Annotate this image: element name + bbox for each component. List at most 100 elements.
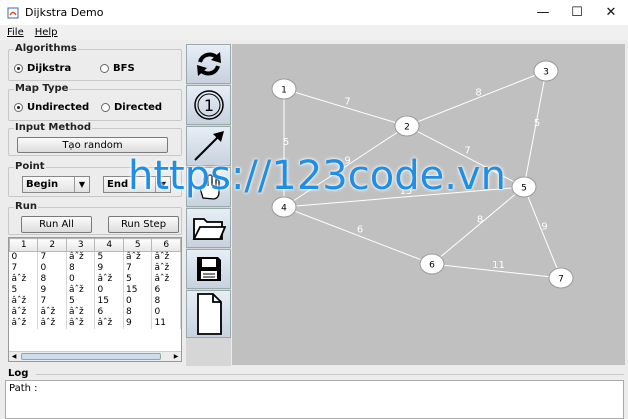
matrix-cell[interactable]: 9 (37, 285, 67, 296)
random-button[interactable]: Tạo random (17, 137, 168, 153)
graph-node[interactable]: 3 (533, 60, 559, 82)
matrix-cell[interactable]: 7 (123, 263, 153, 274)
graph-node[interactable]: 6 (419, 253, 445, 275)
table-row[interactable]: âˆž âˆž âˆž âˆž 9 11 (9, 318, 181, 329)
matrix-column-header[interactable]: 4 (94, 238, 124, 252)
menu-help[interactable]: Help (35, 27, 58, 38)
matrix-cell[interactable]: 0 (151, 307, 181, 318)
matrix-cell[interactable]: 0 (66, 274, 96, 285)
matrix-column-header[interactable]: 6 (151, 238, 181, 252)
close-button[interactable]: ✕ (594, 0, 628, 25)
matrix-cell[interactable]: 8 (123, 307, 153, 318)
matrix-cell[interactable]: 11 (151, 318, 181, 329)
graph-node[interactable]: 4 (271, 196, 297, 218)
matrix-cell[interactable]: 15 (123, 285, 153, 296)
begin-select[interactable]: Begin ▼ (22, 176, 90, 193)
matrix-cell[interactable]: 8 (37, 274, 67, 285)
matrix-cell[interactable]: âˆž (94, 318, 124, 329)
matrix-cell[interactable]: âˆž (123, 251, 153, 263)
table-row[interactable]: 0 7 âˆž 5 âˆž âˆž (9, 251, 181, 263)
table-row[interactable]: 5 9 âˆž 0 15 6 (9, 285, 181, 296)
graph-edge[interactable] (283, 206, 433, 265)
run-step-button[interactable]: Run Step (108, 216, 179, 233)
matrix-cell[interactable]: âˆž (66, 318, 96, 329)
radio-bfs[interactable]: BFS (100, 63, 135, 74)
chevron-down-icon[interactable]: ▼ (74, 177, 89, 192)
table-row[interactable]: âˆž âˆž âˆž 6 8 0 (9, 307, 181, 318)
matrix-cell[interactable]: 0 (94, 285, 124, 296)
adjacency-matrix[interactable]: 123456 0 7 âˆž 5 âˆž âˆž 7 0 8 9 7 âˆž âˆž 8 0 âˆž 5 âˆž 5… (8, 237, 182, 362)
radio-dot[interactable] (101, 103, 110, 112)
minimize-button[interactable]: — (526, 0, 560, 25)
matrix-cell[interactable]: âˆž (151, 251, 181, 263)
graph-edge[interactable] (406, 70, 547, 127)
matrix-cell[interactable]: âˆž (37, 318, 67, 329)
scrollbar-thumb[interactable] (21, 353, 161, 360)
horizontal-scrollbar[interactable]: ◀ ▶ (9, 351, 181, 361)
matrix-column-header[interactable]: 1 (9, 238, 39, 252)
matrix-cell[interactable]: 5 (66, 296, 96, 307)
matrix-cell[interactable]: 7 (9, 263, 39, 274)
graph-node[interactable]: 1 (271, 78, 297, 100)
matrix-cell[interactable]: âˆž (9, 274, 39, 285)
graph-node[interactable]: 5 (511, 176, 537, 198)
table-row[interactable]: âˆž 7 5 15 0 8 (9, 296, 181, 307)
matrix-cell[interactable]: âˆž (9, 296, 39, 307)
matrix-column-header[interactable]: 2 (37, 238, 67, 252)
add-node-tool-button[interactable]: 1 (186, 85, 231, 125)
matrix-cell[interactable]: 6 (94, 307, 124, 318)
matrix-cell[interactable]: 7 (37, 251, 67, 263)
radio-dijkstra[interactable]: Dijkstra (14, 63, 71, 74)
edge-weight-label: 9 (541, 222, 547, 233)
table-row[interactable]: âˆž 8 0 âˆž 5 âˆž (9, 274, 181, 285)
matrix-cell[interactable]: âˆž (9, 318, 39, 329)
radio-dot-selected[interactable] (14, 64, 23, 73)
matrix-cell[interactable]: âˆž (94, 274, 124, 285)
graph-node[interactable]: 7 (548, 267, 574, 289)
menu-file[interactable]: File (7, 27, 24, 38)
matrix-cell[interactable]: 8 (66, 263, 96, 274)
scroll-left-icon[interactable]: ◀ (9, 352, 19, 361)
table-row[interactable]: 7 0 8 9 7 âˆž (9, 263, 181, 274)
matrix-cell[interactable]: 0 (37, 263, 67, 274)
matrix-cell[interactable]: 7 (37, 296, 67, 307)
save-tool-button[interactable] (186, 249, 231, 289)
graph-canvas[interactable]: 7 5 8 9 7 5 15 6 8 9 11 1234567 (232, 44, 625, 365)
matrix-cell[interactable]: 5 (9, 285, 39, 296)
matrix-cell[interactable]: 9 (123, 318, 153, 329)
new-file-tool-button[interactable] (186, 290, 231, 338)
matrix-cell[interactable]: 5 (123, 274, 153, 285)
matrix-cell[interactable]: âˆž (66, 307, 96, 318)
graph-edge[interactable] (283, 88, 408, 127)
matrix-cell[interactable]: 0 (9, 251, 39, 263)
matrix-column-header[interactable]: 5 (122, 238, 153, 252)
new-document-icon (196, 293, 222, 335)
matrix-cell[interactable]: âˆž (151, 263, 181, 274)
graph-edge[interactable] (523, 186, 562, 279)
matrix-cell[interactable]: âˆž (66, 285, 96, 296)
graph-node[interactable]: 2 (394, 115, 420, 137)
matrix-column-header[interactable]: 3 (65, 238, 96, 252)
matrix-cell[interactable]: 9 (94, 263, 124, 274)
matrix-cell[interactable]: 8 (151, 296, 181, 307)
log-textarea[interactable]: Path : (5, 380, 624, 419)
refresh-tool-button[interactable] (186, 44, 231, 84)
radio-undirected[interactable]: Undirected (14, 102, 89, 113)
graph-edge[interactable] (523, 70, 547, 188)
matrix-cell[interactable]: âˆž (151, 274, 181, 285)
matrix-cell[interactable]: âˆž (66, 251, 96, 263)
open-tool-button[interactable] (186, 208, 231, 248)
scroll-right-icon[interactable]: ▶ (171, 352, 181, 361)
radio-directed[interactable]: Directed (101, 102, 162, 113)
matrix-cell[interactable]: 15 (94, 296, 124, 307)
radio-dot[interactable] (100, 64, 109, 73)
maximize-button[interactable]: ☐ (560, 0, 594, 25)
matrix-cell[interactable]: 5 (94, 251, 124, 263)
matrix-cell[interactable]: 6 (151, 285, 181, 296)
matrix-cell[interactable]: âˆž (9, 307, 39, 318)
run-all-button[interactable]: Run All (21, 216, 92, 233)
radio-dot-selected[interactable] (14, 103, 23, 112)
matrix-cell[interactable]: âˆž (37, 307, 67, 318)
matrix-cell[interactable]: 0 (123, 296, 153, 307)
graph-drawing[interactable]: 7589751568911 1234567 (232, 44, 625, 365)
